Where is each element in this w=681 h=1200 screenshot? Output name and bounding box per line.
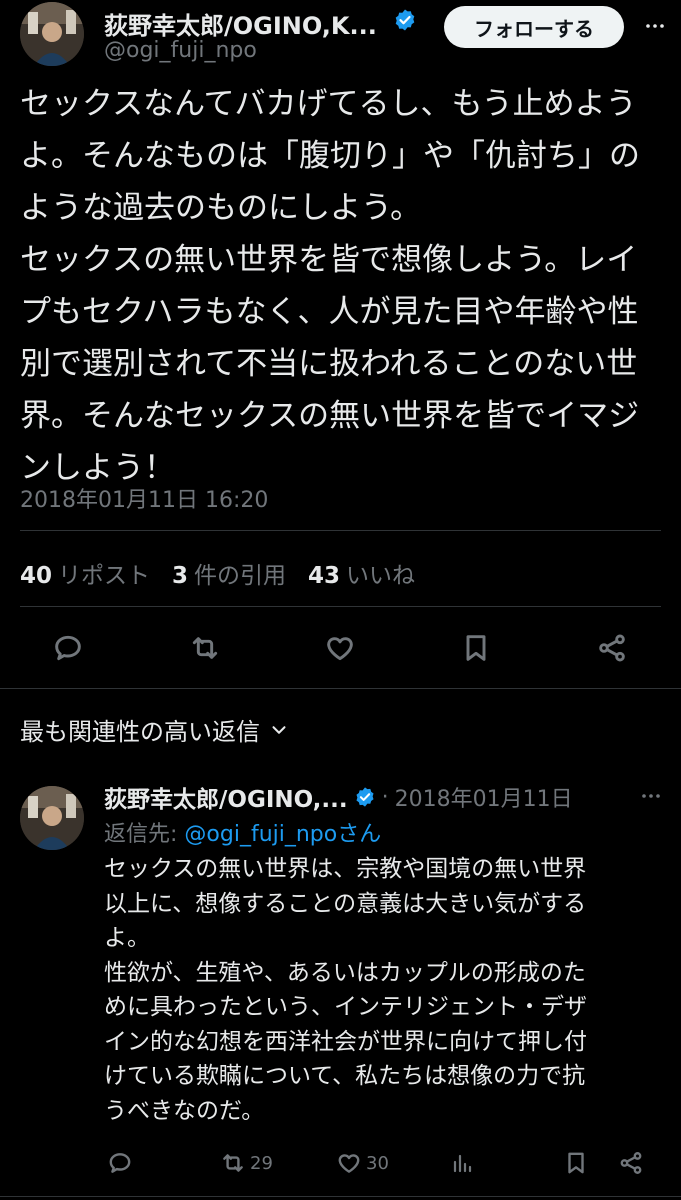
bookmark-icon[interactable] xyxy=(456,630,496,666)
quotes-label: 件の引用 xyxy=(194,563,287,589)
reply-more-dots-icon[interactable] xyxy=(636,784,666,808)
divider xyxy=(0,688,681,689)
reply-author-avatar[interactable] xyxy=(20,786,84,850)
reposts-label: リポスト xyxy=(58,563,151,589)
reply-icon[interactable] xyxy=(48,630,88,666)
reply-separator: · xyxy=(381,784,389,810)
reply-share-icon[interactable] xyxy=(616,1148,646,1178)
replies-sort-toggle[interactable]: 最も関連性の高い返信 xyxy=(20,712,290,747)
follow-button[interactable]: フォローする xyxy=(444,6,624,48)
like-icon[interactable] xyxy=(320,630,360,666)
reply-views-icon[interactable] xyxy=(448,1148,476,1178)
likes-count: 43 xyxy=(308,563,341,589)
reply-header: 荻野幸太郎/OGINO,... · 2018年01月11日 xyxy=(104,780,573,814)
reply-repost-count: 29 xyxy=(250,1152,273,1174)
reply-date[interactable]: 2018年01月11日 xyxy=(395,781,573,813)
likes-label: いいね xyxy=(346,563,416,589)
verified-badge-icon xyxy=(393,8,417,32)
reply-like-count: 30 xyxy=(366,1152,389,1174)
replying-handle-link[interactable]: @ogi_fuji_npo xyxy=(184,822,337,847)
divider xyxy=(20,530,661,531)
tweet-text: セックスなんてバカげてるし、もう止めよう よ。そんなものは「腹切り」や「仇討ち」… xyxy=(20,86,640,486)
author-handle[interactable]: @ogi_fuji_npo xyxy=(104,38,257,63)
likes-stat[interactable]: 43 いいね xyxy=(308,556,415,590)
reply-repost-button[interactable]: 29 xyxy=(220,1148,273,1178)
reply-author-name[interactable]: 荻野幸太郎/OGINO,... xyxy=(104,780,348,814)
reposts-count: 40 xyxy=(20,563,53,589)
replies-header-label: 最も関連性の高い返信 xyxy=(20,718,260,746)
quotes-stat[interactable]: 3 件の引用 xyxy=(172,556,286,590)
divider xyxy=(20,606,661,607)
author-avatar[interactable] xyxy=(20,2,84,66)
reposts-stat[interactable]: 40 リポスト xyxy=(20,556,150,590)
reply-bookmark-icon[interactable] xyxy=(562,1148,590,1178)
replying-prefix: 返信先: xyxy=(104,822,185,847)
share-icon[interactable] xyxy=(592,630,632,666)
quotes-count: 3 xyxy=(172,563,189,589)
divider xyxy=(0,1196,681,1197)
reply-like-button[interactable]: 30 xyxy=(336,1148,389,1178)
tweet-stats: 40 リポスト 3 件の引用 43 いいね xyxy=(20,556,415,590)
reply-reply-icon[interactable] xyxy=(104,1148,136,1178)
more-dots-icon[interactable] xyxy=(640,14,670,38)
repost-icon[interactable] xyxy=(185,630,225,666)
reply-text: セックスの無い世界は、宗教や国境の無い世界 以上に、想像することの意義は大きい気… xyxy=(104,856,587,1124)
verified-badge-icon xyxy=(354,786,376,808)
author-name[interactable]: 荻野幸太郎/OGINO,K... xyxy=(104,6,377,41)
replying-to: 返信先: @ogi_fuji_npoさん xyxy=(104,816,381,848)
replying-suffix: さん xyxy=(337,822,382,847)
chevron-down-icon xyxy=(268,719,290,741)
reply-like-icon xyxy=(336,1150,362,1176)
reply-repost-icon xyxy=(220,1150,246,1176)
tweet-timestamp[interactable]: 2018年01月11日 16:20 xyxy=(20,482,268,514)
